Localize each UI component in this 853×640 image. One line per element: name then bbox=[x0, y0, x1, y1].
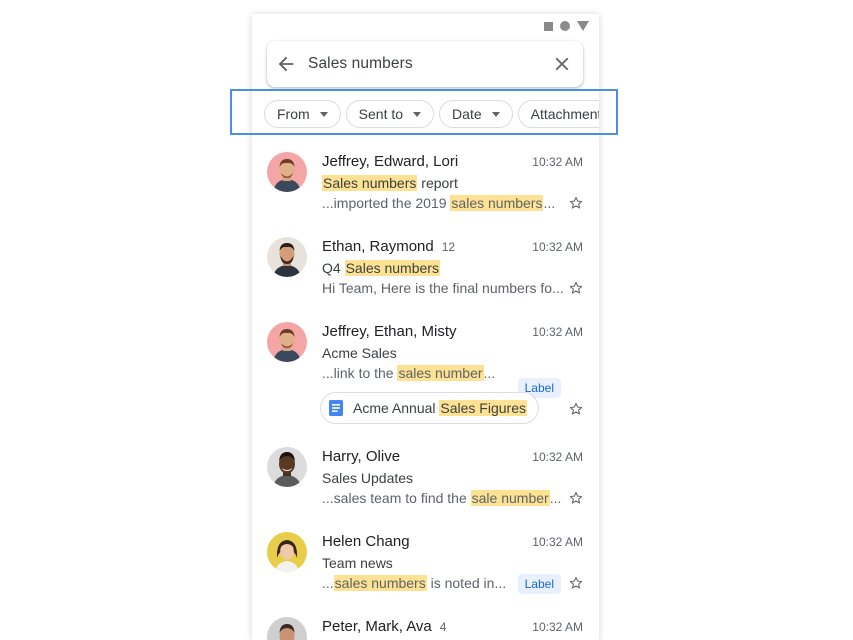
sender-name: Peter, Mark, Ava 4 bbox=[322, 618, 446, 635]
email-subject: Team news bbox=[322, 555, 393, 571]
search-input[interactable]: Sales numbers bbox=[308, 55, 413, 73]
filter-chip-sent-to[interactable]: Sent to bbox=[345, 100, 435, 128]
attachment-chip[interactable]: Acme Annual Sales Figures bbox=[320, 392, 539, 424]
filter-chip-label: From bbox=[277, 106, 310, 122]
email-snippet: ...sales numbers is noted in... bbox=[322, 575, 506, 591]
avatar bbox=[267, 532, 307, 572]
subject-text: report bbox=[417, 175, 458, 191]
snippet-text: ... bbox=[322, 575, 334, 591]
filter-chips: From Sent to Date Attachment bbox=[264, 100, 599, 132]
email-snippet: ...sales team to find the sale number... bbox=[322, 490, 561, 506]
snippet-text: ...imported the 2019 bbox=[322, 195, 451, 211]
sender-name: Helen Chang bbox=[322, 533, 410, 550]
status-bar bbox=[544, 20, 589, 32]
email-row[interactable]: Jeffrey, Ethan, Misty 10:32 AM Acme Sale… bbox=[252, 318, 599, 443]
search-highlight: sales numbers bbox=[450, 195, 544, 211]
phone-frame: Sales numbers From Sent to Date Attachme… bbox=[252, 14, 599, 640]
sender-text: Ethan, Raymond bbox=[322, 238, 434, 255]
filter-chip-label: Sent to bbox=[358, 106, 404, 122]
email-time: 10:32 AM bbox=[532, 620, 583, 634]
star-icon[interactable] bbox=[569, 281, 583, 295]
search-highlight: sale number bbox=[470, 490, 550, 506]
email-subject: Sales Updates bbox=[322, 470, 414, 486]
filter-chip-attachment[interactable]: Attachment bbox=[517, 100, 599, 128]
filter-chip-label: Attachment bbox=[530, 106, 599, 122]
email-snippet: Hi Team, Here is the final numbers fo... bbox=[322, 280, 564, 296]
snippet-text: ... bbox=[543, 195, 556, 211]
snippet-text: ...link to the bbox=[322, 365, 398, 381]
search-highlight: Sales Figures bbox=[439, 400, 527, 416]
label-badge[interactable]: Label bbox=[517, 574, 561, 594]
sender-text: Peter, Mark, Ava bbox=[322, 618, 432, 635]
filter-chip-date[interactable]: Date bbox=[439, 100, 513, 128]
status-circle-icon bbox=[560, 21, 570, 31]
back-arrow-icon[interactable] bbox=[275, 53, 297, 75]
email-row[interactable]: Peter, Mark, Ava 4 10:32 AM bbox=[252, 613, 599, 640]
email-time: 10:32 AM bbox=[532, 450, 583, 464]
star-icon[interactable] bbox=[569, 402, 583, 416]
thread-count: 4 bbox=[439, 620, 447, 634]
chevron-down-icon bbox=[413, 111, 422, 117]
avatar bbox=[267, 237, 307, 277]
search-highlight: sales numbers bbox=[333, 575, 427, 591]
subject-text: Q4 bbox=[322, 260, 345, 276]
filter-chip-label: Date bbox=[452, 106, 482, 122]
snippet-text: ... bbox=[549, 490, 562, 506]
email-time: 10:32 AM bbox=[532, 155, 583, 169]
search-highlight: sales number bbox=[397, 365, 484, 381]
sender-name: Ethan, Raymond 12 bbox=[322, 238, 455, 255]
avatar bbox=[267, 322, 307, 362]
email-snippet: ...imported the 2019 sales numbers... bbox=[322, 195, 555, 211]
avatar bbox=[267, 447, 307, 487]
email-subject: Acme Sales bbox=[322, 345, 397, 361]
star-icon[interactable] bbox=[569, 196, 583, 210]
search-bar[interactable]: Sales numbers bbox=[267, 41, 583, 87]
email-subject: Q4 Sales numbers bbox=[322, 260, 440, 276]
email-row[interactable]: Ethan, Raymond 12 10:32 AM Q4 Sales numbe… bbox=[252, 233, 599, 318]
email-subject: Sales numbers report bbox=[322, 175, 458, 191]
star-icon[interactable] bbox=[569, 491, 583, 505]
search-highlight: Sales numbers bbox=[322, 175, 418, 191]
sender-name: Jeffrey, Ethan, Misty bbox=[322, 323, 457, 340]
snippet-text: ... bbox=[483, 365, 496, 381]
email-row[interactable]: Harry, Olive 10:32 AM Sales Updates ...s… bbox=[252, 443, 599, 528]
email-time: 10:32 AM bbox=[532, 535, 583, 549]
document-icon bbox=[329, 400, 343, 416]
attachment-text: Acme Annual bbox=[353, 400, 440, 416]
email-row[interactable]: Jeffrey, Edward, Lori 10:32 AM Sales num… bbox=[252, 148, 599, 233]
status-square-icon bbox=[544, 21, 553, 31]
avatar bbox=[267, 152, 307, 192]
email-snippet: ...link to the sales number... bbox=[322, 365, 495, 381]
sender-name: Harry, Olive bbox=[322, 448, 401, 465]
chevron-down-icon bbox=[319, 111, 328, 117]
avatar bbox=[267, 617, 307, 640]
thread-count: 12 bbox=[441, 240, 456, 254]
filter-chip-from[interactable]: From bbox=[264, 100, 341, 128]
star-icon[interactable] bbox=[569, 576, 583, 590]
chevron-down-icon bbox=[491, 111, 500, 117]
snippet-text: is noted in... bbox=[426, 575, 507, 591]
close-icon[interactable] bbox=[551, 53, 573, 75]
status-triangle-icon bbox=[577, 21, 589, 31]
email-time: 10:32 AM bbox=[532, 325, 583, 339]
sender-name: Jeffrey, Edward, Lori bbox=[322, 153, 459, 170]
email-time: 10:32 AM bbox=[532, 240, 583, 254]
email-row[interactable]: Helen Chang 10:32 AM Team news ...sales … bbox=[252, 528, 599, 613]
search-highlight: Sales numbers bbox=[344, 260, 440, 276]
snippet-text: ...sales team to find the bbox=[322, 490, 471, 506]
attachment-name: Acme Annual Sales Figures bbox=[353, 400, 527, 416]
